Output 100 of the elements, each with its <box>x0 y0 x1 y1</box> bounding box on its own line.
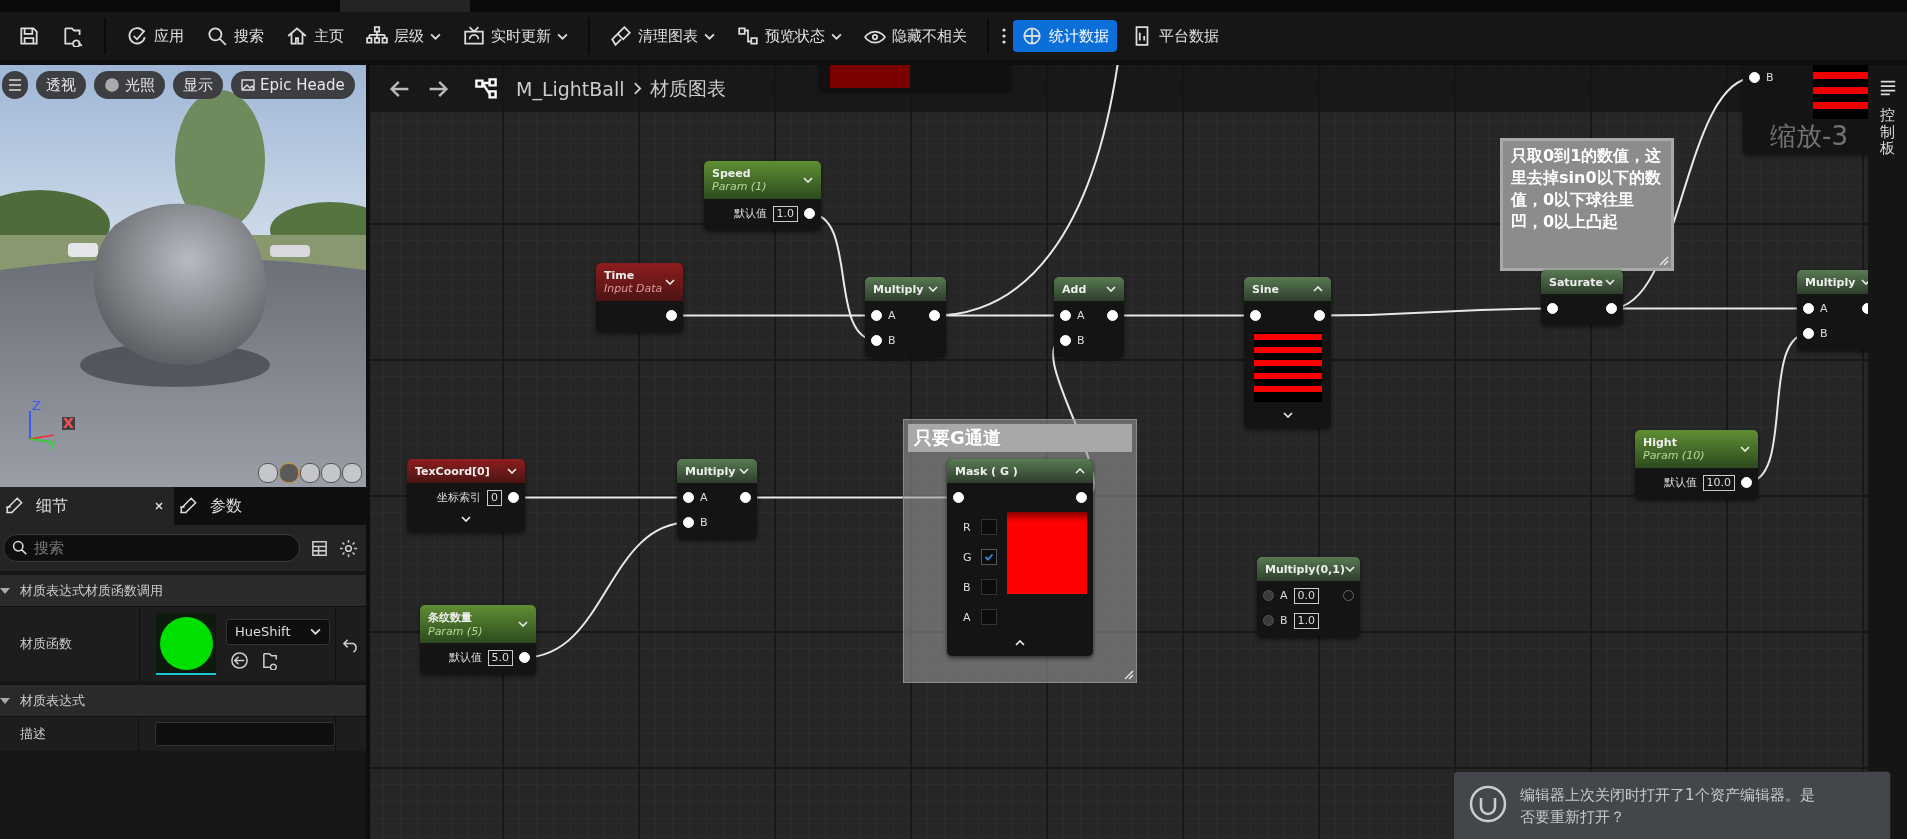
description-field[interactable] <box>155 722 336 746</box>
graph-node[interactable]: Mask ( G ) R G B A <box>947 459 1093 656</box>
chevron-down-icon[interactable] <box>1344 566 1355 572</box>
checkbox[interactable] <box>981 579 997 595</box>
graph-node[interactable]: Multiply A B <box>1797 270 1868 350</box>
toolbar-button[interactable]: 主页 <box>278 20 352 52</box>
node-header[interactable]: Multiply(0,1) <box>1257 557 1360 581</box>
viewport-button[interactable]: 光照 <box>94 71 165 99</box>
section-title: 材质表达式 <box>20 691 85 710</box>
table-icon[interactable] <box>310 538 329 558</box>
toolbar-button[interactable]: 实时更新 <box>455 20 576 52</box>
node-header[interactable]: TexCoord[0] <box>407 459 525 483</box>
function-thumbnail[interactable] <box>156 613 216 675</box>
value-field[interactable]: 1.0 <box>772 205 798 222</box>
toolbar-button[interactable]: 平台数据 <box>1123 20 1227 52</box>
search-icon <box>11 539 28 556</box>
function-dropdown[interactable]: HueShift <box>226 618 330 645</box>
graph-node[interactable]: Sine <box>1244 277 1331 428</box>
node-header[interactable]: Multiply <box>1797 270 1868 294</box>
toolbar-button[interactable]: 清理图表 <box>602 20 723 52</box>
folder-search-icon[interactable] <box>62 25 84 47</box>
input-pin[interactable] <box>1263 590 1274 601</box>
logo-icon <box>1468 784 1508 824</box>
section-header[interactable]: 材质表达式材质函数调用 <box>0 575 366 606</box>
breadcrumb-item[interactable]: M_LightBall <box>516 77 625 100</box>
side-tab[interactable]: 控制板 <box>1880 107 1895 157</box>
chevron-down-icon[interactable] <box>665 279 675 285</box>
channel-label: R <box>963 520 972 534</box>
chevron-down-icon[interactable] <box>461 516 471 522</box>
chevron-up-icon[interactable] <box>1313 286 1323 292</box>
toolbar-button[interactable]: 层级 <box>358 20 449 52</box>
expand-arrow-icon <box>0 585 10 596</box>
viewport-button[interactable]: Epic Heade <box>231 71 355 99</box>
breadcrumb-item[interactable]: 材质图表 <box>649 75 726 102</box>
pin-label: A <box>700 491 708 504</box>
graph-node[interactable]: Hight Param (10) 默认值 10.0 <box>1635 430 1758 499</box>
node-header[interactable]: Speed Param (1) <box>704 161 821 199</box>
expand-arrow-icon <box>0 695 10 706</box>
node-header[interactable]: Add <box>1054 277 1124 301</box>
chevron-down-icon[interactable] <box>1106 286 1116 292</box>
toolbar-button[interactable]: 隐藏不相关 <box>856 20 975 52</box>
checkbox[interactable] <box>981 549 997 565</box>
viewport-button[interactable]: 显示 <box>173 71 223 99</box>
more-icon[interactable] <box>1001 26 1007 46</box>
resize-grip-icon[interactable] <box>1124 670 1134 680</box>
chevron-down-icon[interactable] <box>507 468 517 474</box>
close-icon[interactable] <box>154 501 164 511</box>
value-field[interactable]: 5.0 <box>487 649 513 666</box>
node-header[interactable]: Multiply <box>677 459 757 483</box>
node-header[interactable]: Saturate <box>1541 270 1623 294</box>
toolbar-button[interactable]: 应用 <box>118 20 192 52</box>
toolbar-button[interactable]: 预览状态 <box>729 20 850 52</box>
toolbar-button[interactable]: 搜索 <box>198 20 272 52</box>
chevron-down-icon[interactable] <box>1282 412 1293 418</box>
search-field[interactable]: 搜索 <box>3 534 300 562</box>
value-field[interactable]: 10.0 <box>1702 474 1735 491</box>
section-title: 材质表达式材质函数调用 <box>20 581 163 600</box>
value-field[interactable]: 0.0 <box>1293 587 1320 604</box>
chevron-down-icon[interactable] <box>739 468 749 474</box>
graph-node[interactable]: Multiply A B <box>865 277 946 357</box>
graph-node[interactable]: Time Input Data <box>596 263 683 332</box>
value-field[interactable]: 1.0 <box>1293 612 1320 629</box>
node-header[interactable]: Multiply <box>865 277 946 301</box>
graph-node[interactable] <box>820 65 1010 90</box>
panel-tab[interactable]: 参数 <box>174 487 252 525</box>
toolbar-button[interactable]: 统计数据 <box>1013 20 1117 52</box>
resize-grip-icon[interactable] <box>1659 256 1669 266</box>
settings-icon[interactable] <box>339 538 358 558</box>
chevron-up-icon[interactable] <box>1015 640 1025 646</box>
node-graph-icon <box>737 25 759 47</box>
graph-node[interactable]: Saturate <box>1541 270 1623 325</box>
panel-tab[interactable]: 细节 <box>0 487 174 525</box>
notification-text: 编辑器上次关闭时打开了1个资产编辑器。是否要重新打开？ <box>1520 785 1816 828</box>
chevron-down-icon[interactable] <box>1605 279 1615 285</box>
viewport-button[interactable]: 透视 <box>36 71 86 99</box>
node-header[interactable]: 条纹数量 Param (5) <box>420 605 536 643</box>
graph-node[interactable]: Multiply A B <box>677 459 757 539</box>
input-pin[interactable] <box>1263 615 1274 626</box>
channel-label: A <box>963 610 972 624</box>
graph-node[interactable]: TexCoord[0] 坐标索引 0 <box>407 459 525 532</box>
chevron-down-icon[interactable] <box>928 286 938 292</box>
checkbox[interactable] <box>981 609 997 625</box>
chevron-up-icon[interactable] <box>1075 468 1085 474</box>
section-header[interactable]: 材质表达式 <box>0 685 366 716</box>
graph-node[interactable]: Speed Param (1) 默认值 1.0 <box>704 161 821 230</box>
checkbox[interactable] <box>981 519 997 535</box>
graph-node[interactable]: Add A B <box>1054 277 1124 357</box>
arrow-left-circle-icon[interactable] <box>230 650 249 670</box>
folder-search-icon[interactable] <box>261 650 280 670</box>
graph-node[interactable]: Multiply(0,1) A 0.0 B 1.0 <box>1257 557 1360 637</box>
pin-label: A <box>1280 589 1288 602</box>
node-header[interactable]: Hight Param (10) <box>1635 430 1758 468</box>
node-header[interactable]: Time Input Data <box>596 263 683 301</box>
node-header[interactable]: Mask ( G ) <box>947 459 1093 483</box>
graph-node[interactable]: 条纹数量 Param (5) 默认值 5.0 <box>420 605 536 674</box>
save-icon[interactable] <box>18 25 40 47</box>
list-icon[interactable] <box>1878 79 1897 97</box>
chevron-down-icon[interactable] <box>1861 279 1868 285</box>
node-header[interactable]: Sine <box>1244 277 1331 301</box>
value-field[interactable]: 0 <box>487 489 502 506</box>
